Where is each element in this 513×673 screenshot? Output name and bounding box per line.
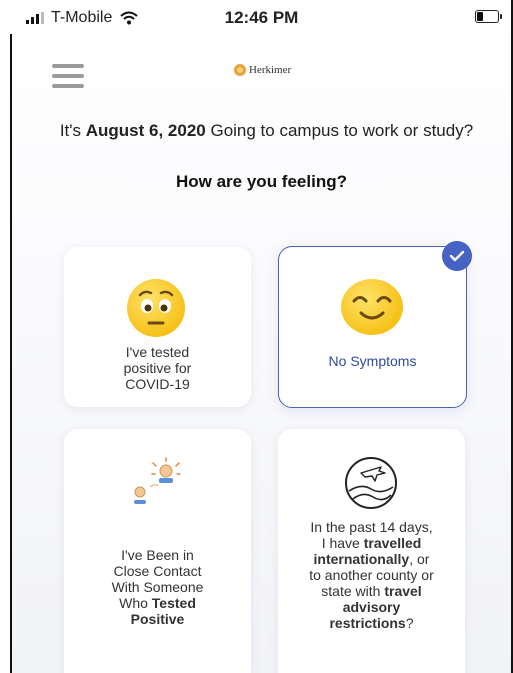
option-label: I've tested positive for COVID-19: [123, 344, 192, 392]
worried-face-icon: [127, 279, 185, 337]
clock: 12:46 PM: [224, 8, 299, 27]
herkimer-logo: Herkimer: [234, 64, 291, 76]
option-label: In the past 14 days, I have travelled in…: [309, 519, 434, 631]
checkmark-icon: [442, 241, 472, 271]
option-label: I've Been in Close Contact With Someone …: [111, 547, 204, 627]
menu-button[interactable]: [52, 64, 84, 88]
logo-emblem-icon: [234, 64, 246, 76]
option-close-contact[interactable]: I've Been in Close Contact With Someone …: [64, 429, 251, 673]
option-label: No Symptoms: [328, 353, 417, 369]
option-travel[interactable]: In the past 14 days, I have travelled in…: [278, 429, 465, 673]
close-contact-icon: [124, 457, 194, 513]
option-tested-positive[interactable]: I've tested positive for COVID-19: [64, 247, 251, 407]
battery-icon: [475, 10, 502, 23]
status-bar: T-Mobile 12:46 PM: [10, 0, 513, 34]
option-no-symptoms[interactable]: No Symptoms: [278, 241, 472, 408]
feeling-question: How are you feeling?: [176, 172, 347, 191]
logo-text: Herkimer: [249, 64, 292, 76]
globe-plane-icon: [341, 453, 401, 513]
current-date: August 6, 2020: [85, 121, 206, 140]
intro-text: It's August 6, 2020 Going to campus to w…: [59, 121, 474, 140]
smiling-face-icon: [341, 279, 403, 335]
app-screen: T-Mobile 12:46 PM Herkimer It's August 6…: [10, 0, 513, 673]
